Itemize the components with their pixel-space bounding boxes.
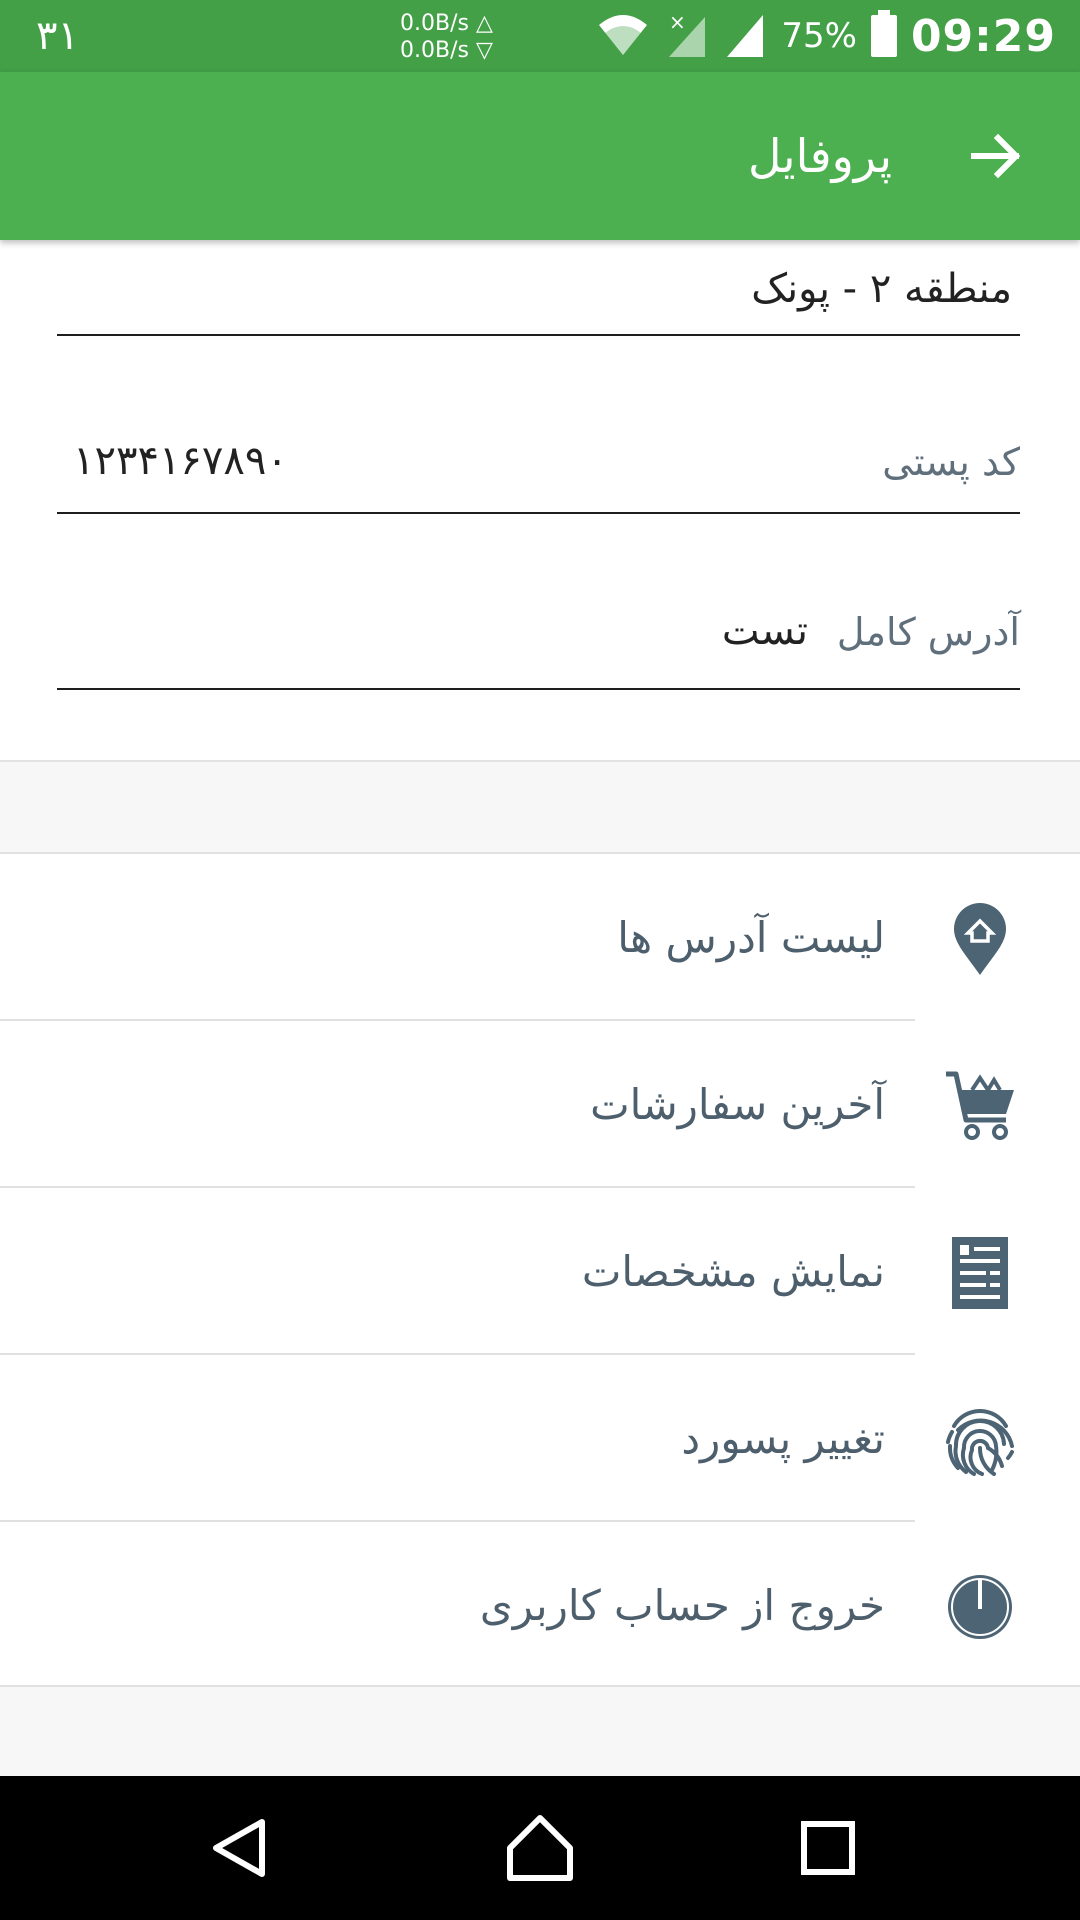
signal-icon [723,11,767,61]
network-speed: 0.0B/s △ 0.0B/s ▽ [400,10,493,64]
postal-code-label: کد پستی [882,440,1020,484]
profile-menu: لیست آدرس ها آخرین سفارشات نمایش مشخصات … [0,852,1080,1687]
profile-form: منطقه ۲ - پونک کد پستی ۱۲۳۴۱۶۷۸۹۰ آدرس ک… [0,240,1080,762]
net-down-speed: 0.0B/s ▽ [400,38,493,63]
region-value: منطقه ۲ - پونک [751,266,1012,312]
menu-item-change-password[interactable]: تغییر پسورد [0,1355,1080,1522]
page-title: پروفایل [747,129,892,183]
clock: 09:29 [910,10,1056,62]
menu-item-label: تغییر پسورد [681,1414,885,1463]
region-field[interactable]: منطقه ۲ - پونک [57,240,1020,336]
address-field[interactable]: آدرس کامل تست [57,590,1020,690]
system-navigation-bar [0,1776,1080,1920]
address-value: تست [721,608,808,654]
status-bar: ۳۱ 0.0B/s △ 0.0B/s ▽ × 75% 09:29 [0,0,1080,72]
menu-item-label: لیست آدرس ها [617,913,885,962]
menu-item-recent-orders[interactable]: آخرین سفارشات [0,1021,1080,1188]
power-icon [940,1567,1020,1647]
battery-percent: 75% [781,16,857,56]
signal-x-icon: × [665,10,709,61]
menu-item-label: نمایش مشخصات [581,1247,885,1296]
arrow-right-icon [971,133,1021,179]
menu-item-logout[interactable]: خروج از حساب کاربری [0,1522,1080,1689]
wifi-icon [595,11,651,61]
svg-text:×: × [669,11,686,34]
nav-home-icon [507,1815,573,1881]
postal-code-field[interactable]: کد پستی ۱۲۳۴۱۶۷۸۹۰ [57,414,1020,514]
app-bar: پروفایل [0,72,1080,240]
net-up-speed: 0.0B/s △ [400,11,493,36]
address-label: آدرس کامل [836,610,1020,654]
location-home-icon [940,899,1020,979]
battery-icon [870,10,897,57]
nav-recents-icon [801,1821,855,1875]
nav-back-icon [213,1819,265,1877]
cart-icon [940,1066,1020,1146]
nav-back-button[interactable] [200,1808,280,1888]
nav-home-button[interactable] [500,1808,580,1888]
fingerprint-icon [940,1400,1020,1480]
status-icons: × 75% 09:29 [595,0,1056,72]
menu-item-show-profile[interactable]: نمایش مشخصات [0,1188,1080,1355]
menu-item-label: خروج از حساب کاربری [479,1581,885,1630]
status-date: ۳۱ [36,13,79,59]
profile-screen: ۳۱ 0.0B/s △ 0.0B/s ▽ × 75% 09:29 پروفایل… [0,0,1080,1920]
id-card-icon [940,1233,1020,1313]
menu-item-label: آخرین سفارشات [590,1080,885,1129]
back-button[interactable] [964,124,1028,188]
nav-recents-button[interactable] [788,1808,868,1888]
menu-item-address-list[interactable]: لیست آدرس ها [0,854,1080,1021]
postal-code-value: ۱۲۳۴۱۶۷۸۹۰ [73,438,288,484]
